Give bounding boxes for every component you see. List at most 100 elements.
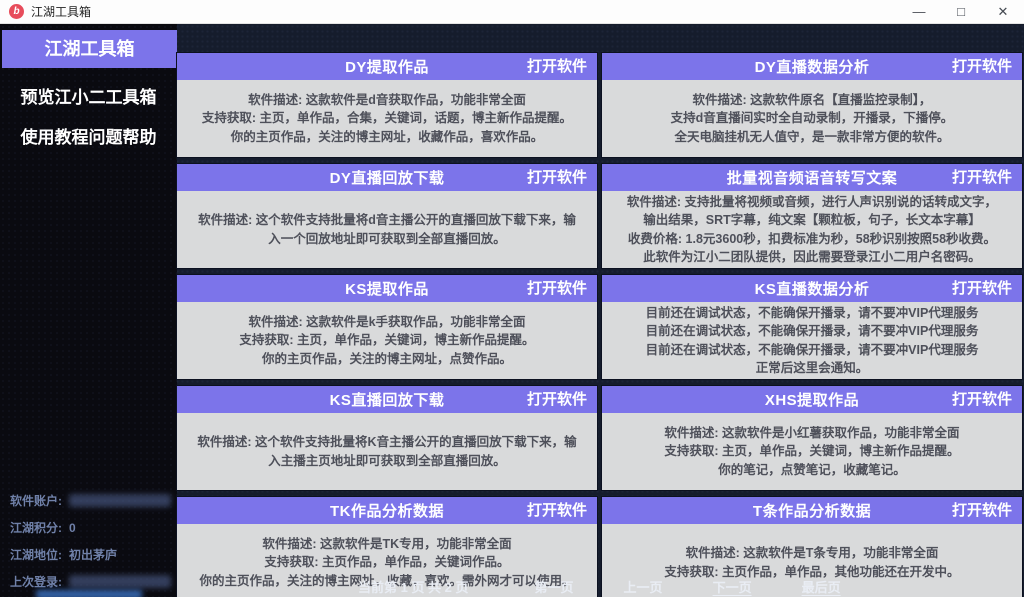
app-logo-icon: b — [9, 4, 24, 19]
account-label: 江湖地位: — [10, 548, 62, 562]
account-value: 0 — [69, 520, 76, 535]
card-description: 软件描述: 这个软件支持批量将K音主播公开的直播回放下载下来，输 入主播主页地址即… — [177, 413, 597, 490]
minimize-icon[interactable]: — — [898, 0, 940, 23]
description-line: 软件描述: 这款软件是TK专用，功能非常全面 — [262, 536, 512, 551]
description-line: 软件描述: 这个软件支持批量将K音主播公开的直播回放下载下来，输 — [197, 435, 577, 449]
card-header: KS直播数据分析 打开软件 — [602, 275, 1022, 302]
description-line: 支持获取: 主页，单作品，合集，关键词，话题，博主新作品提醒。 — [201, 111, 573, 126]
sidebar-item[interactable]: 江湖工具箱 — [2, 30, 177, 68]
description-line: 支持获取: 主页，单作品，关键词，博主新作品提醒。 — [664, 444, 960, 459]
open-software-button[interactable]: 打开软件 — [527, 386, 587, 413]
maximize-icon[interactable]: □ — [940, 0, 982, 23]
close-icon[interactable]: ✕ — [982, 0, 1024, 23]
card-title: KS提取作品 — [345, 281, 429, 298]
titlebar: b 江湖工具箱 — □ ✕ — [0, 0, 1024, 24]
software-card: DY直播回放下载 打开软件 软件描述: 这个软件支持批量将d音主播公开的直播回放下载… — [177, 164, 597, 268]
sidebar: 江湖工具箱预览江小二工具箱 使用教程问题帮助 软件账户: 江湖积分: 0 江湖地位: 初出… — [0, 24, 177, 597]
card-header: XHS提取作品 打开软件 — [602, 386, 1022, 413]
card-title: KS直播回放下载 — [329, 392, 445, 409]
card-header: 批量视音频语音转写文案 打开软件 — [602, 164, 1022, 191]
open-software-button[interactable]: 打开软件 — [527, 275, 587, 302]
account-label: 上次登录: — [10, 575, 62, 589]
main-area: DY提取作品 打开软件 软件描述: 这款软件是d音获取作品，功能非常全面 支持获取: … — [177, 24, 1024, 597]
sidebar-item[interactable]: 预览江小二工具箱 — [0, 78, 177, 118]
description-line: 软件描述: 这款软件是T条专用，功能非常全面 — [685, 546, 939, 560]
card-title: TK作品分析数据 — [330, 503, 444, 520]
card-header: KS直播回放下载 打开软件 — [177, 386, 597, 413]
software-card: 批量视音频语音转写文案 打开软件 软件描述: 支持批量将视频或音频，进行人声识别说的… — [602, 164, 1022, 268]
account-label: 软件账户: — [10, 494, 62, 508]
open-software-button[interactable]: 打开软件 — [952, 275, 1012, 302]
account-row: 软件账户: — [10, 487, 171, 514]
software-card: KS直播数据分析 打开软件 目前还在调试状态，不能确保开播录，请不要冲VIP代理服务… — [602, 275, 1022, 379]
description-line: 软件描述: 支持批量将视频或音频，进行人声识别说的话转成文字， — [626, 194, 998, 209]
card-header: DY直播回放下载 打开软件 — [177, 164, 597, 191]
card-title: DY直播数据分析 — [754, 59, 870, 76]
open-software-button[interactable]: 打开软件 — [527, 164, 587, 191]
description-line: 软件描述: 这款软件原名【直播监控录制】， — [692, 92, 932, 107]
page-link[interactable]: 下一页 — [713, 577, 752, 596]
redacted-value — [69, 575, 171, 588]
description-line: 收费价格: 1.8元3600秒，扣费标准为秒，58秒识别按照58秒收费。 — [627, 231, 997, 246]
card-header: DY直播数据分析 打开软件 — [602, 53, 1022, 80]
account-row: 江湖积分: 0 — [10, 514, 171, 541]
description-line: 目前还在调试状态，不能确保开播录，请不要冲VIP代理服务 — [645, 324, 979, 338]
window-controls: — □ ✕ — [898, 0, 1024, 23]
description-line: 入一个回放地址即可获取到全部直播回放。 — [268, 231, 506, 246]
card-title: DY提取作品 — [345, 59, 429, 76]
description-line: 目前还在调试状态，不能确保开播录，请不要冲VIP代理服务 — [645, 342, 979, 357]
card-description: 软件描述: 这款软件原名【直播监控录制】， 支持d音直播间实时全自动录制，开播录，… — [602, 80, 1022, 157]
card-title: XHS提取作品 — [764, 392, 860, 409]
account-row: 江湖地位: 初出茅庐 — [10, 541, 171, 568]
software-card-grid: DY提取作品 打开软件 软件描述: 这款软件是d音获取作品，功能非常全面 支持获取: … — [177, 53, 1022, 597]
description-line: 你的主页作品，关注的博主网址，点赞作品。 — [261, 351, 512, 366]
description-line: 输出结果，SRT字幕，纯文案【颗粒板，句子，长文本字幕】 — [643, 213, 981, 227]
account-label: 江湖积分: — [10, 521, 62, 535]
open-software-button[interactable]: 打开软件 — [527, 497, 587, 524]
description-line: 正常后这里会通知。 — [755, 361, 869, 375]
app-body: 江湖工具箱预览江小二工具箱 使用教程问题帮助 软件账户: 江湖积分: 0 江湖地位: 初出… — [0, 24, 1024, 597]
sidebar-item[interactable]: 使用教程问题帮助 — [0, 118, 177, 158]
page-link[interactable]: 第一页 — [535, 577, 574, 596]
card-header: TK作品分析数据 打开软件 — [177, 497, 597, 524]
open-software-button[interactable]: 打开软件 — [952, 386, 1012, 413]
description-line: 软件描述: 这款软件是小红薯获取作品，功能非常全面 — [664, 425, 960, 440]
window-title: 江湖工具箱 — [31, 5, 92, 19]
card-title: T条作品分析数据 — [752, 503, 872, 520]
description-line: 支持d音直播间实时全自动录制，开播录，下播停。 — [670, 111, 954, 126]
description-line: 支持获取: 主页作品，单作品，关键词作品。 — [264, 555, 510, 570]
open-software-button[interactable]: 打开软件 — [952, 497, 1012, 524]
account-info: 软件账户: 江湖积分: 0 江湖地位: 初出茅庐 上次登录: — [0, 487, 177, 597]
description-line: 软件描述: 这款软件是k手获取作品，功能非常全面 — [248, 314, 526, 329]
page-link[interactable]: 最后页 — [802, 577, 841, 596]
description-line: 全天电脑挂机无人值守，是一款非常方便的软件。 — [674, 129, 950, 144]
sidebar-menu: 江湖工具箱预览江小二工具箱 使用教程问题帮助 — [0, 24, 177, 158]
card-title: 批量视音频语音转写文案 — [726, 170, 898, 187]
software-card: DY直播数据分析 打开软件软件描述: 这款软件原名【直播监控录制】， 支持d音直播间… — [602, 53, 1022, 157]
page-status: 当前第 1 页 共 2 页 — [358, 580, 469, 595]
page-link[interactable]: 上一页 — [624, 577, 663, 596]
account-row: 上次登录: — [10, 568, 171, 597]
open-software-button[interactable]: 打开软件 — [952, 53, 1012, 80]
software-card: DY提取作品 打开软件 软件描述: 这款软件是d音获取作品，功能非常全面支持获取: … — [177, 53, 597, 157]
app-window: b 江湖工具箱 — □ ✕ 江湖工具箱预览江小二工具箱 使用教程问题帮助 软件账户… — [0, 0, 1024, 597]
card-header: T条作品分析数据 打开软件 — [602, 497, 1022, 524]
account-value: 初出茅庐 — [69, 548, 118, 562]
software-card: KS直播回放下载 打开软件 软件描述: 这个软件支持批量将K音主播公开的直播回放下载… — [177, 386, 597, 490]
card-description: 软件描述: 这款软件是d音获取作品，功能非常全面支持获取: 主页，单作品，合集，… — [177, 80, 597, 157]
card-description: 软件描述: 支持批量将视频或音频，进行人声识别说的话转成文字， 输出结果，SRT字… — [602, 191, 1022, 268]
description-line: 你的主页作品，关注的博主网址，收藏作品，喜欢作品。 — [230, 129, 544, 144]
card-description: 目前还在调试状态，不能确保开播录，请不要冲VIP代理服务 目前还在调试状态，不能确… — [602, 302, 1022, 379]
card-header: KS提取作品 打开软件 — [177, 275, 597, 302]
redacted-value — [36, 590, 142, 597]
card-title: DY直播回放下载 — [329, 170, 445, 187]
open-software-button[interactable]: 打开软件 — [952, 164, 1012, 191]
card-title: KS直播数据分析 — [754, 281, 870, 298]
redacted-value — [69, 494, 171, 507]
page-links: 第一页 上一页 下一页 最后页 — [469, 577, 841, 596]
description-line: 目前还在调试状态，不能确保开播录，请不要冲VIP代理服务 — [645, 305, 979, 320]
software-card: KS提取作品 打开软件 软件描述: 这款软件是k手获取作品，功能非常全面 支持获取: … — [177, 275, 597, 379]
description-line: 软件描述: 这款软件是d音获取作品，功能非常全面 — [248, 92, 526, 107]
open-software-button[interactable]: 打开软件 — [527, 53, 587, 80]
card-description: 软件描述: 这个软件支持批量将d音主播公开的直播回放下载下来，输 入一个回放地址即… — [177, 191, 597, 268]
